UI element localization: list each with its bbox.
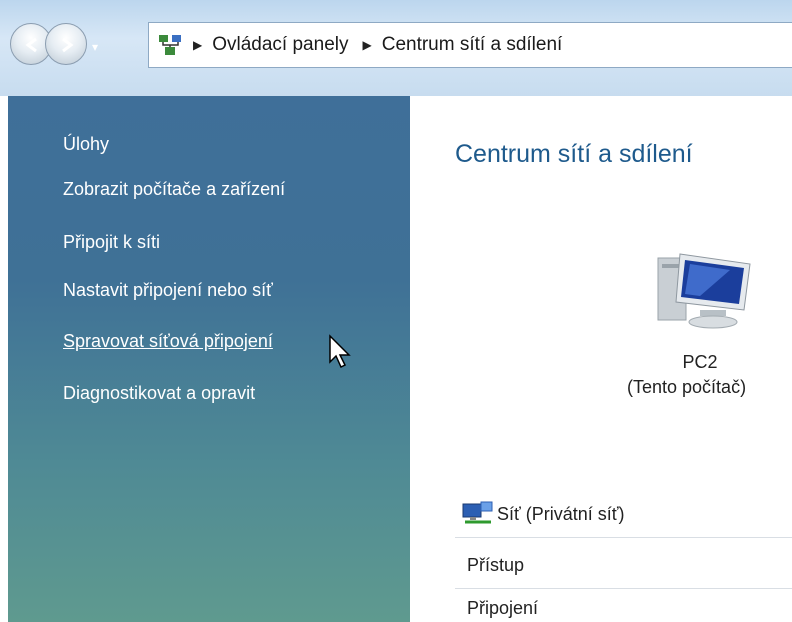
network-name[interactable]: Síť (Privátní síť): [497, 504, 625, 525]
breadcrumb-separator[interactable]: ▶: [362, 38, 371, 52]
back-arrow-icon: [25, 37, 37, 53]
breadcrumb-separator[interactable]: ▶: [193, 38, 202, 52]
computer-name: PC2: [682, 352, 718, 372]
network-row-connection: Připojení: [467, 598, 539, 618]
mouse-cursor-icon: [329, 334, 351, 369]
sidebar-link-setup-connection[interactable]: Nastavit připojení nebo síť: [63, 280, 273, 301]
breadcrumb-network-center[interactable]: Centrum sítí a sdílení: [382, 34, 563, 56]
network-row-access: Přístup: [467, 555, 525, 575]
forward-arrow-icon: [62, 37, 74, 53]
computer-subtitle: (Tento počítač): [627, 377, 747, 397]
forward-button[interactable]: [45, 23, 87, 65]
sidebar-link-connect-network[interactable]: Připojit k síti: [63, 232, 160, 253]
sidebar-heading-tasks: Úlohy: [63, 134, 110, 154]
address-bar[interactable]: ▶ Ovládací panely ▶ Centrum sítí a sdíle…: [148, 22, 792, 68]
breadcrumb-control-panel[interactable]: Ovládací panely: [212, 34, 348, 56]
network-icon: [462, 501, 493, 524]
recent-pages-dropdown-icon[interactable]: ▾: [92, 40, 98, 54]
divider: [455, 588, 792, 589]
page-title: Centrum sítí a sdílení: [455, 140, 693, 168]
task-pane: Úlohy Zobrazit počítače a zařízení Připo…: [8, 96, 410, 622]
control-panel-icon: [159, 35, 181, 55]
sidebar-link-manage-connections[interactable]: Spravovat síťová připojení: [63, 331, 273, 352]
computer-icon[interactable]: [640, 250, 762, 340]
divider: [455, 537, 792, 538]
sidebar-link-view-computers[interactable]: Zobrazit počítače a zařízení: [63, 179, 285, 200]
address-toolbar: ▾ ▶ Ovládací panely ▶ Centrum sítí a sdí…: [0, 0, 792, 96]
sidebar-link-diagnose[interactable]: Diagnostikovat a opravit: [63, 383, 255, 404]
